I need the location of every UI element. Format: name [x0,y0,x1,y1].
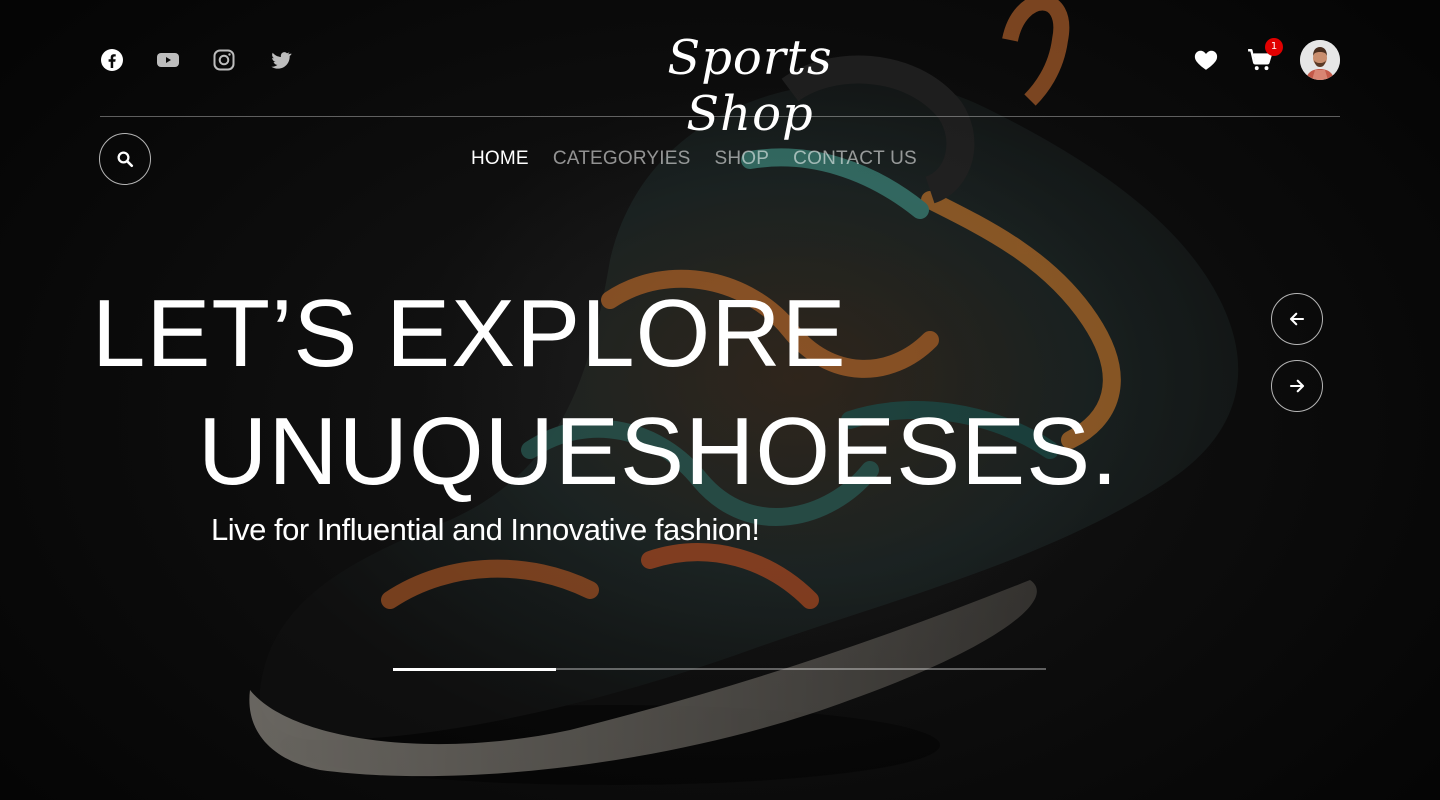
hero-headline-line1: LET’S EXPLORE [92,280,847,387]
slide-progress-fill [393,667,557,671]
youtube-icon[interactable] [156,48,180,72]
header-divider [100,116,1340,117]
hero-headline-line2: UNUQUESHOESES. [198,398,1119,505]
nav-item-shop[interactable]: SHOP [715,148,770,170]
facebook-icon[interactable] [100,48,124,72]
site-logo[interactable]: Sports Shop [610,30,890,142]
avatar[interactable] [1300,40,1340,80]
cart-count-badge: 1 [1265,38,1283,56]
instagram-icon[interactable] [212,48,236,72]
arrow-left-icon [1289,312,1305,326]
top-bar: Sports Shop 1 [100,30,1340,142]
hero-subline: Live for Influential and Innovative fash… [211,512,760,547]
nav-item-categories[interactable]: CATEGORYIES [553,148,691,170]
header-actions: 1 [1192,38,1340,80]
slider-next-button[interactable] [1271,360,1323,412]
nav-item-home[interactable]: HOME [471,148,529,170]
main-nav: HOME CATEGORYIES SHOP CONTACT US [471,148,917,170]
twitter-icon[interactable] [268,48,292,72]
slide-progress-track [393,667,1046,671]
nav-item-contact[interactable]: CONTACT US [793,148,917,170]
heart-icon[interactable] [1192,46,1220,74]
search-icon [117,151,134,168]
arrow-right-icon [1289,379,1305,393]
cart-icon[interactable]: 1 [1246,38,1283,74]
search-button[interactable] [99,133,151,185]
social-links [100,48,292,72]
slider-prev-button[interactable] [1271,293,1323,345]
